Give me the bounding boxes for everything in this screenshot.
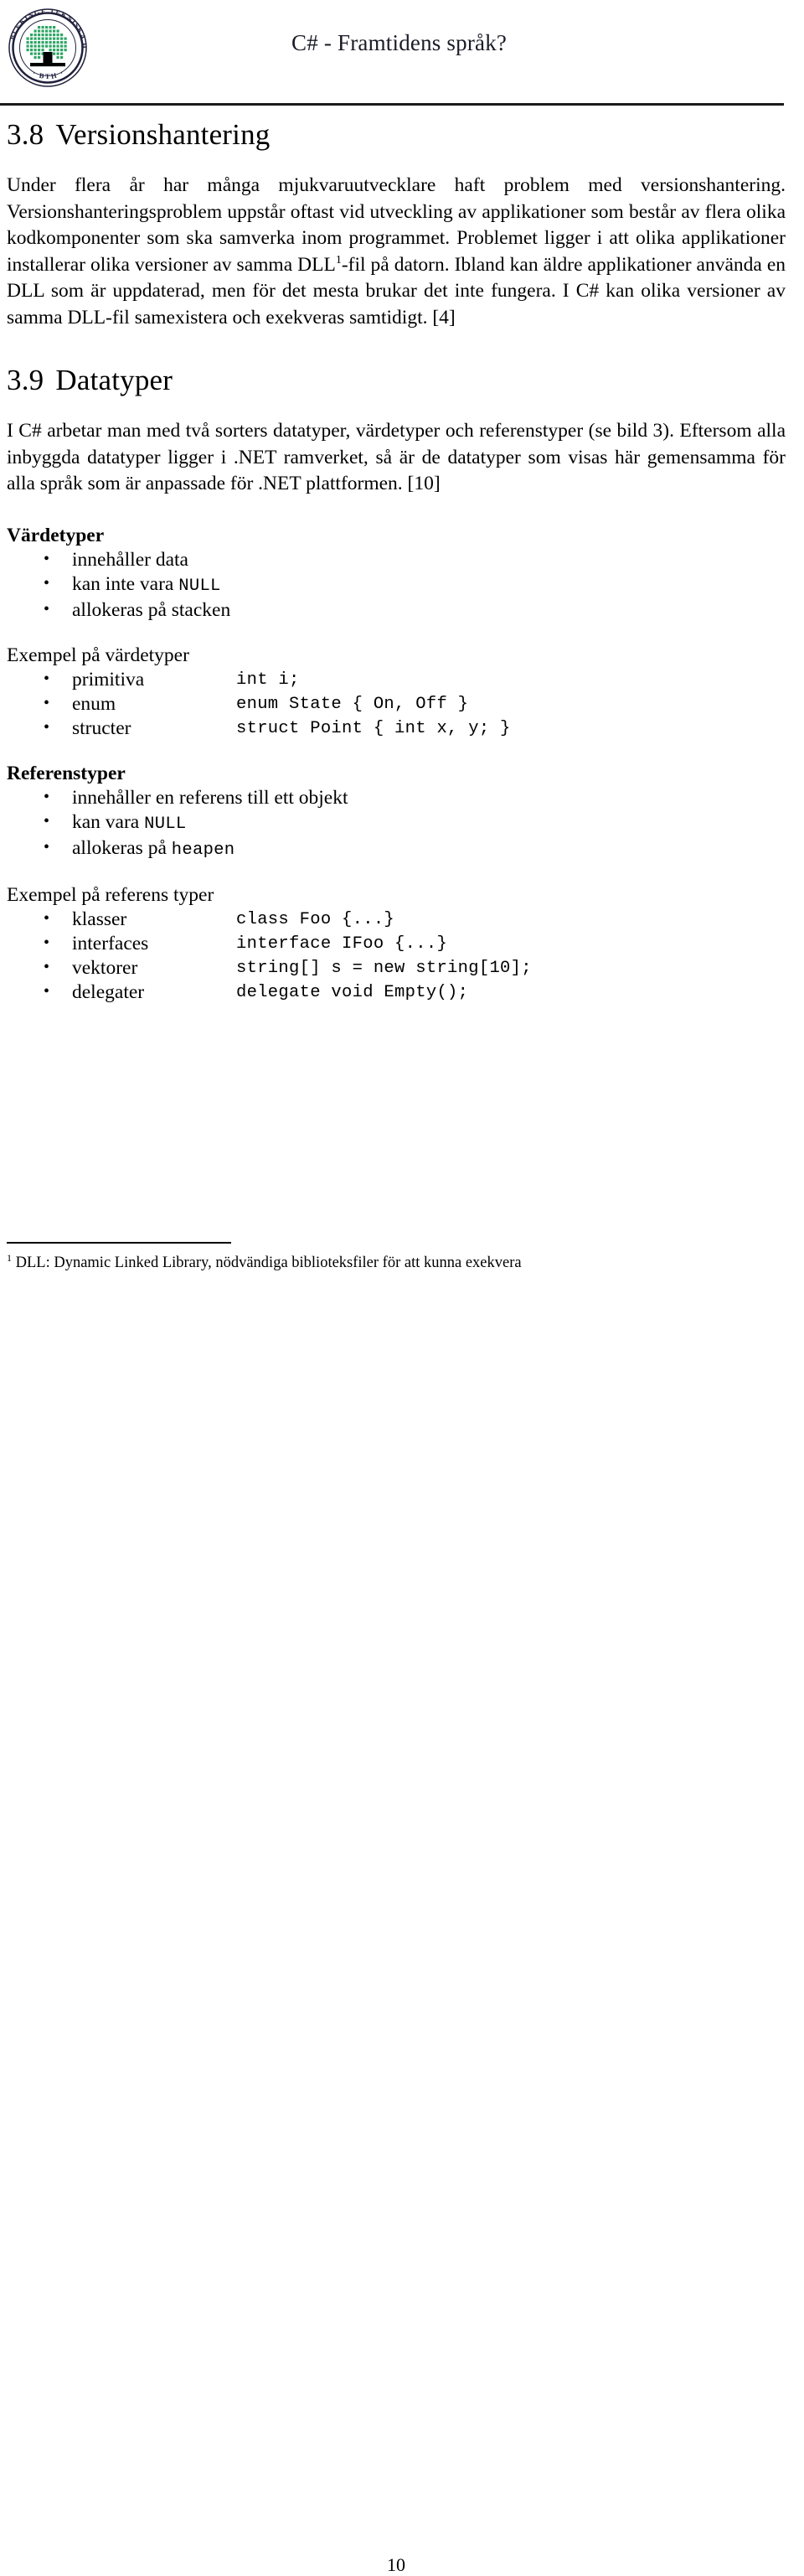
list-item: vektorer string[] s = new string[10]; [7, 955, 786, 980]
bullet-text: allokeras på [72, 836, 172, 859]
bullet-text: kan inte vara [72, 572, 179, 595]
document-page: BLEKINGE TEKNISKA HÖGSKOLA · BTH · [0, 0, 804, 2575]
heading-referenstyper: Referenstyper [7, 762, 126, 784]
list-item: delegater delegate void Empty(); [7, 980, 786, 1005]
list-vardetyper: innehåller data kan inte vara NULL allok… [7, 547, 786, 623]
section-number-38: 3.8 [7, 118, 44, 151]
list-item: allokeras på heapen [7, 835, 786, 862]
example-code: int i; [236, 670, 300, 690]
page-header: BLEKINGE TEKNISKA HÖGSKOLA · BTH · [0, 0, 804, 107]
example-code: interface IFoo {...} [236, 934, 448, 954]
header-title: C# - Framtidens språk? [291, 30, 508, 55]
list-referenstyper: innehåller en referens till ett objekt k… [7, 785, 786, 862]
bullet-text: innehåller en referens till ett objekt [72, 786, 348, 809]
heading-exempel-referenstyper: Exempel på referens typer [7, 883, 214, 906]
section-heading-38: 3.8 Versionshantering [7, 117, 786, 153]
bullet-text: allokeras på stacken [72, 598, 231, 621]
bullet-code: NULL [144, 814, 187, 834]
heading-exempel-vardetyper: Exempel på värdetyper [7, 644, 189, 666]
footnote-text: 1 DLL: Dynamic Linked Library, nödvändig… [7, 1253, 786, 1273]
footnote-area: 1 DLL: Dynamic Linked Library, nödvändig… [7, 1242, 786, 2575]
example-code: enum State { On, Off } [236, 694, 469, 714]
example-label: delegater [72, 980, 145, 1003]
example-code: delegate void Empty(); [236, 982, 469, 1002]
example-label: structer [72, 716, 131, 739]
bullet-text: kan vara [72, 810, 145, 833]
document-content: 3.8 Versionshantering Under flera år har … [7, 117, 786, 1005]
example-label: enum [72, 692, 116, 715]
list-item: structer struct Point { int x, y; } [7, 716, 786, 741]
list-exempel-referenstyper: klasserclass Foo {...} interfacesinterfa… [7, 907, 786, 1005]
example-label: primitiva [72, 668, 145, 691]
section-title-39: Datatyper [55, 364, 173, 396]
example-label: interfaces [72, 932, 149, 954]
example-label: vektorer [72, 956, 138, 979]
section-title-38: Versionshantering [55, 118, 271, 151]
paragraph-versionshantering: Under flera år har många mjukvaruutveckl… [7, 173, 786, 331]
list-item: enum enum State { On, Off } [7, 691, 786, 716]
footnote-reference-1: 1 [335, 253, 342, 266]
list-item: interfaces interface IFoo {...} [7, 931, 786, 956]
bullet-code: NULL [178, 576, 221, 596]
list-item: kan inte vara NULL [7, 572, 786, 598]
list-item: kan vara NULL [7, 810, 786, 836]
bullet-code: heapen [171, 840, 235, 860]
list-item: allokeras på stacken [7, 597, 786, 623]
list-exempel-vardetyper: primitiva int i; enum enum State { On, Off… [7, 667, 786, 741]
list-item: innehåller data [7, 547, 786, 572]
example-label: klasser [72, 908, 127, 930]
bth-logo-icon: BLEKINGE TEKNISKA HÖGSKOLA · BTH · [5, 5, 90, 91]
header-divider [0, 103, 784, 106]
list-item: primitiva int i; [7, 667, 786, 692]
section-number-39: 3.9 [7, 364, 44, 396]
example-code: string[] s = new string[10]; [236, 958, 532, 978]
footnote-divider [7, 1242, 231, 1244]
example-code: class Foo {...} [236, 909, 395, 929]
heading-vardetyper: Värdetyper [7, 524, 105, 546]
footnote-body: DLL: Dynamic Linked Library, nödvändiga … [12, 1254, 522, 1271]
list-item: innehåller en referens till ett objekt [7, 785, 786, 810]
example-code: struct Point { int x, y; } [236, 718, 511, 738]
bullet-text: innehåller data [72, 548, 188, 571]
paragraph-datatyper: I C# arbetar man med två sorters datatyp… [7, 420, 786, 494]
list-item: klasser class Foo {...} [7, 907, 786, 932]
section-heading-39: 3.9 Datatyper [7, 363, 786, 398]
page-number: 10 [387, 2554, 405, 2575]
